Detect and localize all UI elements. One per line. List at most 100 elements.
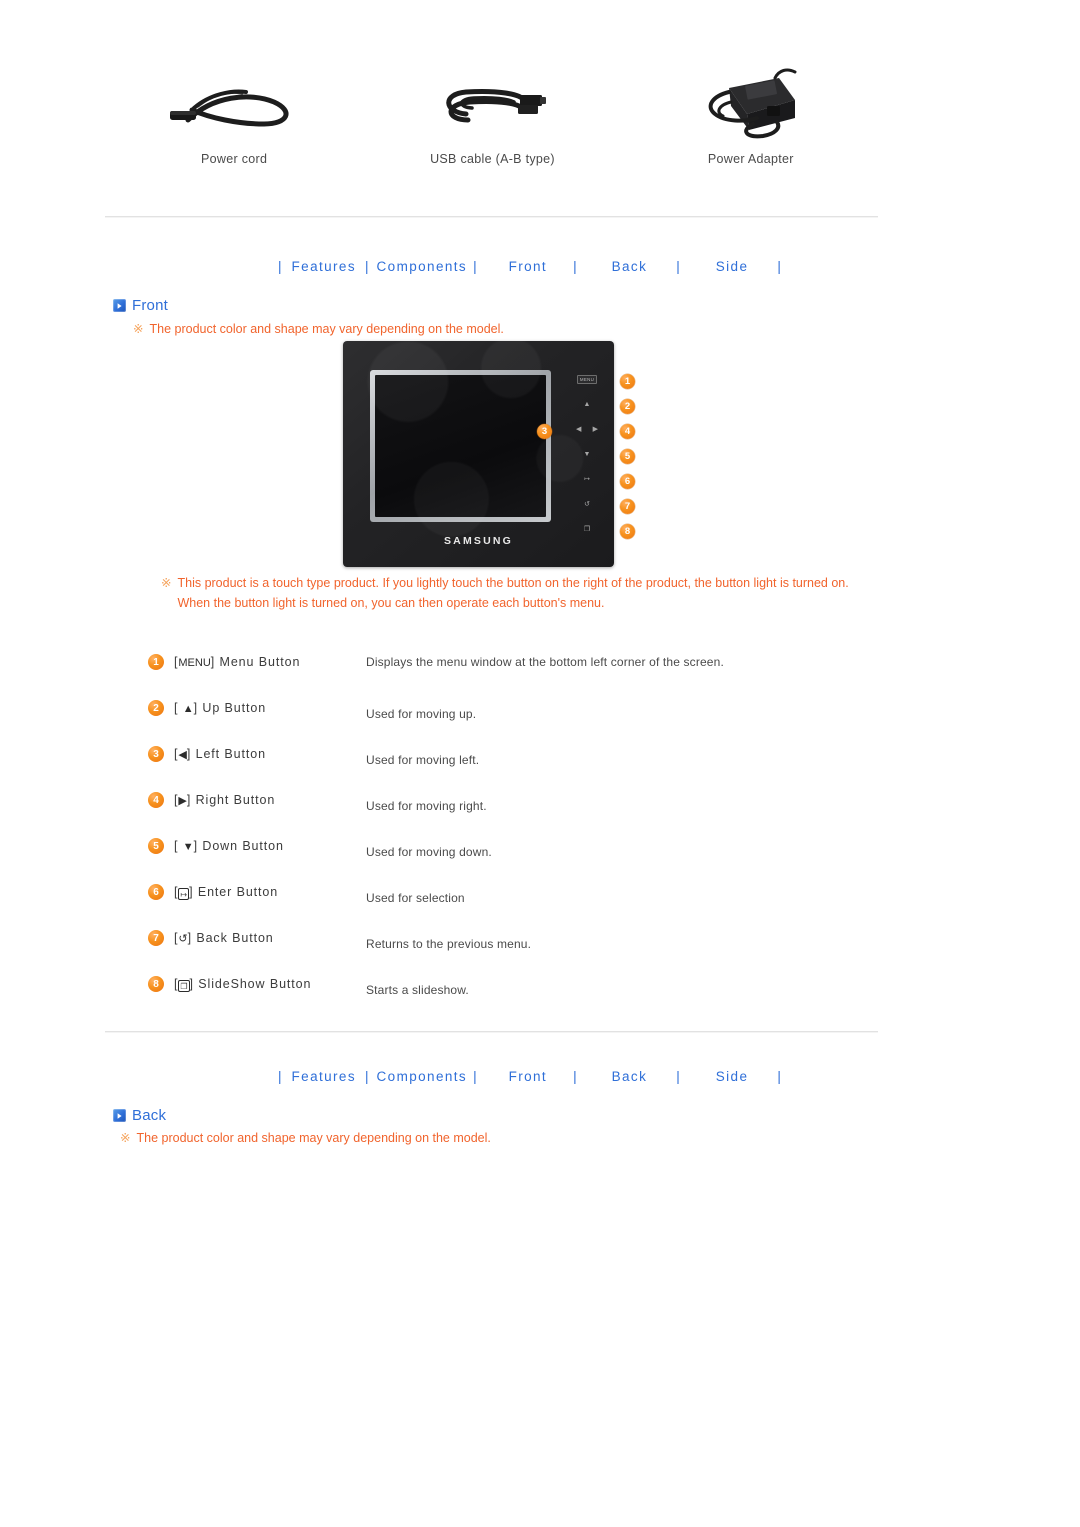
row-description: Used for moving up. bbox=[366, 707, 477, 721]
back-model-note-text: The product color and shape may vary dep… bbox=[136, 1131, 491, 1145]
right-arrow-icon: ▶ bbox=[178, 795, 187, 807]
front-product-figure: SAMSUNG MENU ▲ ◀ ▶ ▼ ↦ ↺ ❐ 1 2 3 4 5 6 7… bbox=[343, 341, 643, 569]
screen-bezel bbox=[370, 370, 551, 522]
callout-4: 4 bbox=[620, 424, 635, 439]
back-touch-key[interactable]: ↺ bbox=[571, 498, 603, 511]
down-arrow-icon: ▼ bbox=[182, 841, 194, 853]
down-touch-key[interactable]: ▼ bbox=[571, 448, 603, 461]
menu-icon: MENU bbox=[178, 657, 211, 669]
section-divider bbox=[105, 216, 878, 218]
callout-5: 5 bbox=[620, 449, 635, 464]
slideshow-icon: ❐ bbox=[178, 980, 190, 992]
callout-1: 1 bbox=[620, 374, 635, 389]
row-label: [↺] Back Button bbox=[174, 931, 274, 945]
row-description: Returns to the previous menu. bbox=[366, 937, 532, 951]
row-label: [↦] Enter Button bbox=[174, 885, 279, 900]
row-label-text: Down Button bbox=[202, 839, 284, 853]
callout-7: 7 bbox=[620, 499, 635, 514]
row-description: Starts a slideshow. bbox=[366, 983, 469, 997]
touch-note-line-2: When the button light is turned on, you … bbox=[177, 596, 605, 610]
table-row: 5 [ ▼] Down Button Used for moving down. bbox=[148, 834, 878, 880]
row-number-badge: 1 bbox=[148, 654, 164, 670]
table-row: 1 [MENU] Menu Button Displays the menu w… bbox=[148, 650, 878, 696]
enter-icon: ↦ bbox=[178, 888, 190, 900]
row-description: Used for moving down. bbox=[366, 845, 492, 859]
back-arrow-icon: ↺ bbox=[178, 933, 188, 945]
row-label-text: SlideShow Button bbox=[198, 977, 312, 991]
row-description: Used for moving left. bbox=[366, 753, 480, 767]
screen-glass bbox=[375, 375, 546, 517]
note-mark-icon: ※ bbox=[120, 1131, 131, 1145]
table-row: 8 [❐] SlideShow Button Starts a slidesho… bbox=[148, 972, 878, 1018]
up-arrow-icon: ▲ bbox=[182, 703, 194, 715]
row-label-text: Back Button bbox=[196, 931, 274, 945]
row-label: [MENU] Menu Button bbox=[174, 655, 301, 669]
row-number-badge: 4 bbox=[148, 792, 164, 808]
usb-cable-photo bbox=[412, 62, 572, 144]
row-label: [◀] Left Button bbox=[174, 747, 266, 761]
nav-tab-back[interactable]: Back bbox=[577, 1069, 677, 1084]
menu-touch-key[interactable]: MENU bbox=[571, 373, 603, 386]
nav-tab-back[interactable]: Back bbox=[577, 259, 677, 274]
left-arrow-icon: ◀ bbox=[576, 426, 582, 433]
nav-tab-components[interactable]: Components bbox=[369, 1069, 474, 1084]
table-row: 4 [▶] Right Button Used for moving right… bbox=[148, 788, 878, 834]
nav-tab-front[interactable]: Front bbox=[477, 1069, 574, 1084]
touch-button-panel: MENU ▲ ◀ ▶ ▼ ↦ ↺ ❐ bbox=[571, 373, 603, 541]
accessory-label: USB cable (A-B type) bbox=[430, 152, 555, 166]
accessory-item: USB cable (A-B type) bbox=[363, 62, 621, 192]
note-mark-icon: ※ bbox=[161, 576, 172, 590]
section-nav-top: | Features | Components | Front | Back |… bbox=[278, 255, 878, 277]
accessories-row: Power cord USB cable (A-B type) Power Ad… bbox=[105, 62, 880, 192]
power-adapter-photo bbox=[671, 62, 831, 144]
section-heading-front: Front bbox=[113, 297, 168, 314]
nav-separator: | bbox=[777, 1068, 781, 1084]
row-number-badge: 8 bbox=[148, 976, 164, 992]
slideshow-touch-key[interactable]: ❐ bbox=[571, 523, 603, 536]
row-label: [ ▼] Down Button bbox=[174, 839, 284, 853]
row-description: Displays the menu window at the bottom l… bbox=[366, 655, 724, 669]
row-number-badge: 2 bbox=[148, 700, 164, 716]
callout-3: 3 bbox=[537, 424, 552, 439]
nav-separator: | bbox=[777, 258, 781, 274]
row-label: [ ▲] Up Button bbox=[174, 701, 267, 715]
nav-tab-components[interactable]: Components bbox=[369, 259, 474, 274]
blue-play-bullet-icon bbox=[113, 299, 126, 312]
accessory-item: Power Adapter bbox=[622, 62, 880, 192]
photo-frame-body: SAMSUNG MENU ▲ ◀ ▶ ▼ ↦ ↺ ❐ bbox=[343, 341, 614, 567]
section-nav-bottom: | Features | Components | Front | Back |… bbox=[278, 1065, 878, 1087]
table-row: 7 [↺] Back Button Returns to the previou… bbox=[148, 926, 878, 972]
accessory-label: Power cord bbox=[201, 152, 268, 166]
note-mark-icon: ※ bbox=[133, 322, 144, 336]
accessory-item: Power cord bbox=[105, 62, 363, 192]
row-label: [❐] SlideShow Button bbox=[174, 977, 312, 992]
left-right-touch-key[interactable]: ◀ ▶ bbox=[571, 423, 603, 436]
touch-type-note: ※ This product is a touch type product. … bbox=[161, 573, 861, 613]
up-touch-key[interactable]: ▲ bbox=[571, 398, 603, 411]
callout-8: 8 bbox=[620, 524, 635, 539]
nav-tab-features[interactable]: Features bbox=[282, 1069, 365, 1084]
touch-note-line-1: This product is a touch type product. If… bbox=[177, 576, 849, 590]
left-arrow-icon: ◀ bbox=[178, 749, 187, 761]
table-row: 2 [ ▲] Up Button Used for moving up. bbox=[148, 696, 878, 742]
nav-tab-side[interactable]: Side bbox=[680, 259, 778, 274]
section-heading-back: Back bbox=[113, 1107, 166, 1124]
nav-tab-front[interactable]: Front bbox=[477, 259, 574, 274]
table-row: 6 [↦] Enter Button Used for selection bbox=[148, 880, 878, 926]
front-button-table: 1 [MENU] Menu Button Displays the menu w… bbox=[148, 650, 878, 1018]
section-divider bbox=[105, 1031, 878, 1033]
row-label-text: Up Button bbox=[202, 701, 267, 715]
nav-tab-side[interactable]: Side bbox=[680, 1069, 778, 1084]
back-model-note: ※ The product color and shape may vary d… bbox=[120, 1128, 820, 1148]
row-number-badge: 6 bbox=[148, 884, 164, 900]
accessory-label: Power Adapter bbox=[707, 152, 794, 166]
enter-touch-key[interactable]: ↦ bbox=[571, 473, 603, 486]
row-label-text: Enter Button bbox=[197, 885, 279, 899]
row-description: Used for selection bbox=[366, 891, 465, 905]
row-label: [▶] Right Button bbox=[174, 793, 276, 807]
row-description: Used for moving right. bbox=[366, 799, 487, 813]
row-number-badge: 5 bbox=[148, 838, 164, 854]
row-label-text: Menu Button bbox=[219, 655, 301, 669]
nav-tab-features[interactable]: Features bbox=[282, 259, 365, 274]
callout-6: 6 bbox=[620, 474, 635, 489]
